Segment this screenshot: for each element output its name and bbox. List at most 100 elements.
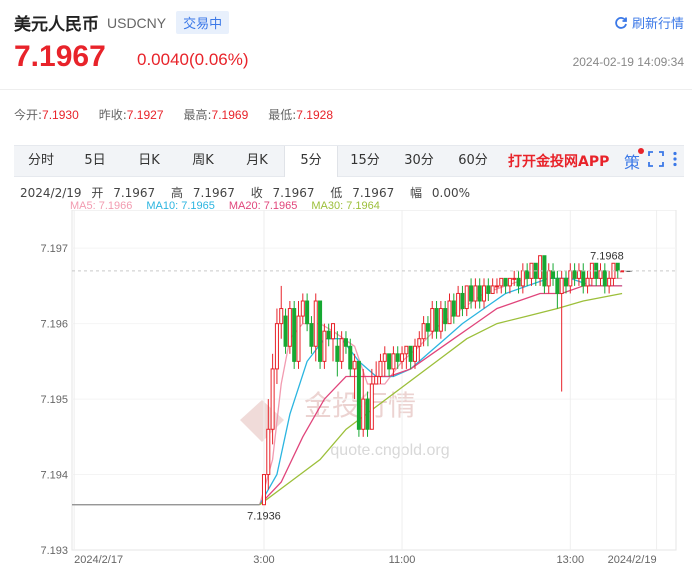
candle-body	[555, 277, 560, 294]
candle-body	[494, 285, 499, 288]
refresh-icon	[615, 16, 627, 29]
price-annotation: 7.1968	[590, 250, 624, 262]
y-tick-label: 7.197	[40, 243, 68, 255]
ohlc-readout: 2024/2/19 开 7.1967 高 7.1967 收 7.1967 低 7…	[20, 184, 482, 201]
x-tick-label: 13:00	[557, 554, 585, 566]
tab-monthly-k[interactable]: 月K	[230, 146, 284, 176]
candle-body	[563, 277, 568, 287]
candle-body	[331, 323, 336, 340]
candle-body	[602, 270, 607, 287]
refresh-label: 刷新行情	[631, 17, 684, 32]
candle-body	[369, 383, 374, 430]
stat-low: 最低:7.1928	[268, 108, 333, 122]
candle-body	[482, 285, 487, 302]
quote-header: 美元人民币 USDCNY 交易中	[14, 10, 230, 35]
stats-row: 今开:7.1930 昨收:7.1927 最高:7.1969 最低:7.1928	[14, 106, 353, 123]
candle-body	[339, 338, 344, 362]
candle-body	[400, 353, 405, 362]
candle-body	[412, 345, 417, 362]
candle-body	[585, 277, 590, 287]
refresh-button[interactable]: 刷新行情	[614, 13, 684, 32]
tab-30min[interactable]: 30分	[392, 146, 446, 176]
candle-body	[356, 360, 361, 430]
candle-body	[296, 315, 301, 362]
ohlc-close: 收 7.1967	[250, 186, 315, 200]
candle-body	[620, 270, 625, 273]
candle-body	[443, 308, 448, 325]
candle-body	[391, 353, 396, 370]
candle-body	[477, 285, 482, 302]
tab-daily-k[interactable]: 日K	[122, 146, 176, 176]
candle-body	[572, 270, 577, 279]
stat-open: 今开:7.1930	[14, 108, 79, 122]
candle-body	[473, 285, 478, 302]
y-tick-label: 7.194	[40, 470, 68, 482]
candle-body	[374, 375, 379, 385]
candle-body	[425, 323, 430, 332]
candle-body	[538, 255, 543, 279]
tab-60min[interactable]: 60分	[446, 146, 500, 176]
stat-prev-close: 昨收:7.1927	[98, 108, 164, 122]
x-tick-label: 11:00	[389, 554, 416, 566]
tab-5min[interactable]: 5分	[284, 146, 338, 177]
price-annotation: 7.1936	[247, 511, 281, 523]
ohlc-high: 高 7.1967	[171, 186, 235, 200]
candle-body	[486, 285, 491, 294]
candle-body	[352, 360, 357, 370]
candle-body	[451, 300, 456, 317]
candle-body	[581, 270, 586, 287]
watermark-url: quote.cngold.org	[330, 442, 449, 459]
ohlc-open: 开 7.1967	[91, 186, 156, 200]
candle-body	[512, 277, 517, 280]
candle-body	[417, 338, 422, 347]
candle-body	[598, 270, 603, 279]
candle-body	[287, 308, 292, 347]
candle-body	[434, 308, 439, 332]
open-app-link[interactable]: 打开金投网APP	[508, 151, 609, 171]
current-price: 7.1967	[14, 40, 106, 73]
y-tick-label: 7.195	[40, 394, 68, 406]
candle-body	[490, 285, 495, 294]
candle-body	[464, 285, 469, 310]
candle-body	[274, 323, 279, 370]
candle-body	[322, 330, 327, 362]
period-tabs: 分时 5日 日K 周K 月K 5分 15分 30分 60分 打开金投网APP 策	[14, 145, 684, 177]
candle-body	[313, 300, 318, 347]
tab-15min[interactable]: 15分	[338, 146, 392, 176]
candle-body	[261, 474, 266, 506]
candle-body	[283, 315, 288, 347]
candle-body	[430, 308, 435, 332]
candlestick-chart[interactable]: 金投行情quote.cngold.org7.1977.1967.1957.194…	[0, 210, 692, 567]
candle-body	[361, 398, 366, 430]
price-change: 0.0040(0.06%)	[137, 50, 249, 69]
tab-5day[interactable]: 5日	[68, 146, 122, 176]
strategy-button[interactable]: 策	[623, 148, 644, 173]
instrument-code: USDCNY	[107, 14, 167, 31]
candle-body	[542, 255, 547, 287]
candle-body	[395, 353, 400, 362]
fullscreen-icon[interactable]	[648, 150, 664, 172]
candle-body	[551, 270, 556, 279]
candle-body	[499, 277, 504, 287]
ohlc-date: 2024/2/19	[20, 186, 82, 200]
ohlc-amplitude: 幅 0.00%	[410, 186, 471, 200]
candle-body	[404, 345, 409, 355]
divider	[0, 89, 692, 90]
x-tick-label: 2024/2/17	[74, 554, 123, 566]
candle-body	[326, 330, 331, 340]
strategy-icon-label: 策	[623, 155, 640, 172]
candle-body	[348, 345, 353, 370]
candle-body	[456, 292, 461, 317]
candle-body	[300, 300, 305, 317]
more-vertical-icon[interactable]	[672, 151, 678, 172]
quote-timestamp: 2024-02-19 14:09:34	[572, 55, 684, 69]
candle-body	[469, 285, 474, 302]
tab-intraday[interactable]: 分时	[14, 146, 68, 176]
candle-body	[378, 360, 383, 377]
candle-body	[309, 323, 314, 347]
candle-body	[525, 270, 530, 279]
tab-weekly-k[interactable]: 周K	[176, 146, 230, 176]
notification-dot	[638, 148, 644, 154]
x-tick-label: 3:00	[253, 554, 274, 566]
status-badge: 交易中	[176, 11, 230, 34]
